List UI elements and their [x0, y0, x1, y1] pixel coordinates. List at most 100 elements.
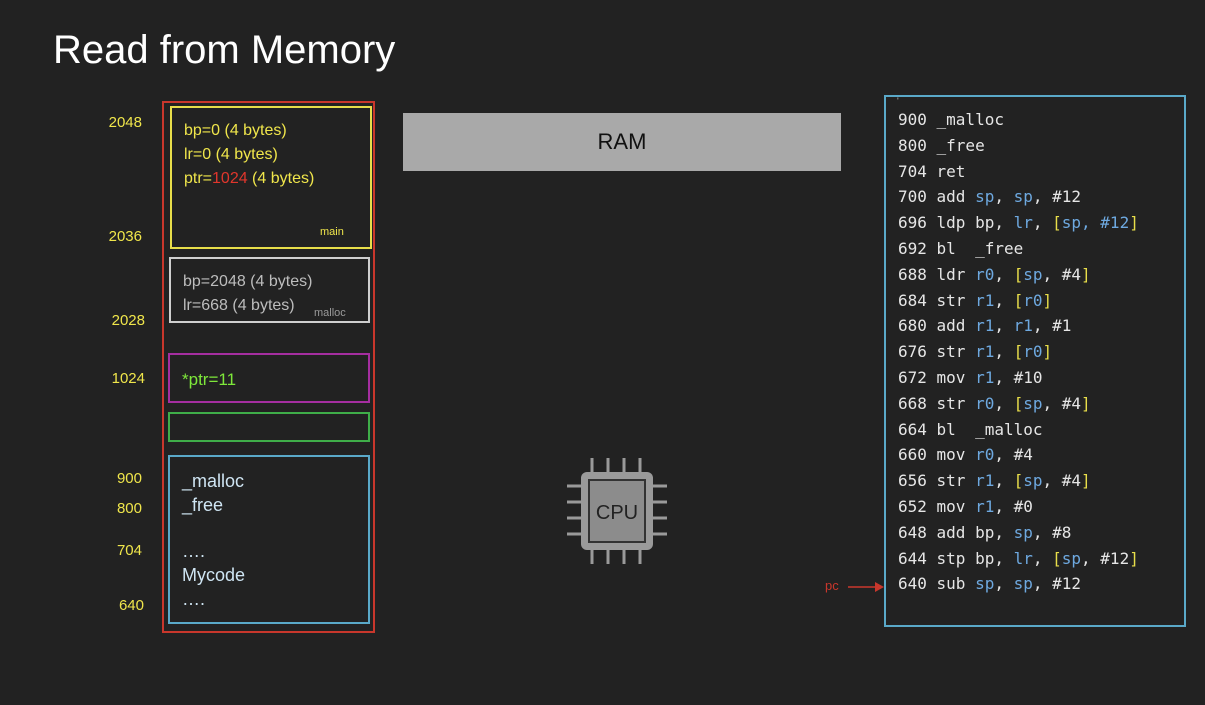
code-token: ] — [1081, 471, 1091, 491]
code-token: str — [936, 471, 976, 491]
code-token: add — [936, 316, 976, 336]
code-token: ldp bp, — [936, 213, 1014, 233]
address-label: 1024 — [111, 370, 145, 387]
code-token: [ — [1052, 213, 1062, 233]
code-line-address: 688 — [898, 264, 937, 284]
code-token: [ — [1013, 264, 1024, 284]
frame-malloc-line: bp=2048 (4 bytes) — [183, 273, 313, 290]
cpu-icon: CPU — [567, 458, 667, 564]
code-token: sp — [1013, 187, 1033, 207]
code-token: , — [994, 316, 1014, 336]
code-region-line: _free — [182, 495, 224, 515]
code-line: 656 str r1, [sp, #4] — [898, 471, 1091, 490]
code-line: 640 sub sp, sp, #12 — [898, 574, 1081, 593]
code-token: , — [994, 471, 1014, 491]
code-token: mov — [936, 368, 976, 387]
cpu-label: CPU — [596, 502, 638, 524]
code-line-address: 664 — [898, 419, 937, 439]
code-token: ] — [1129, 548, 1139, 568]
code-token: , — [994, 264, 1014, 284]
code-line-address: 656 — [898, 471, 937, 491]
code-token: str — [936, 342, 976, 362]
code-token: lr — [1013, 548, 1033, 568]
frame-main-text: bp=0 (4 bytes) — [184, 122, 287, 139]
code-token: , #12 — [1081, 548, 1130, 568]
code-line-address: 668 — [898, 393, 937, 413]
code-token: r0 — [1023, 342, 1043, 362]
code-token: sp — [1023, 393, 1043, 413]
heap-value: *ptr=11 — [182, 370, 237, 389]
code-region-line: …. — [182, 589, 206, 609]
code-token: lr — [1013, 213, 1033, 233]
code-region: _malloc _free …. Mycode …. — [168, 455, 370, 624]
code-line-address: 800 — [898, 135, 937, 155]
code-token: r1 — [975, 368, 995, 387]
code-line-address: 676 — [898, 342, 937, 362]
code-line: 680 add r1, r1, #1 — [898, 316, 1071, 335]
code-token: , #4 — [1042, 264, 1082, 284]
code-token: bl _free — [936, 239, 1024, 258]
frame-main-line: bp=0 (4 bytes) — [184, 122, 287, 140]
code-line: 688 ldr r0, [sp, #4] — [898, 265, 1091, 284]
code-line: 700 add sp, sp, #12 — [898, 187, 1081, 206]
code-token: bl _malloc — [936, 419, 1043, 439]
code-token: ] — [1081, 264, 1091, 284]
code-line: 684 str r1, [r0] — [898, 291, 1052, 310]
free-region — [168, 412, 370, 442]
code-token: [ — [1013, 342, 1024, 362]
code-token: sp, #12 — [1061, 213, 1130, 233]
code-token: , #4 — [1042, 393, 1082, 413]
code-line: 692 bl _free — [898, 239, 1023, 258]
code-token: [ — [1013, 290, 1024, 310]
code-token: sp — [1023, 471, 1043, 491]
code-token: stp bp, — [936, 548, 1014, 568]
frame-main-line: lr=0 (4 bytes) — [184, 146, 278, 164]
code-token: mov — [936, 445, 976, 465]
code-token: ] — [1081, 393, 1091, 413]
code-token: sub — [936, 574, 976, 594]
code-token: sp — [975, 187, 995, 207]
code-token: , #4 — [1042, 471, 1082, 491]
code-token: sp — [975, 574, 995, 594]
stack-frame-main: bp=0 (4 bytes) lr=0 (4 bytes) ptr=1024 (… — [170, 106, 372, 249]
frame-malloc-label: malloc — [314, 307, 346, 319]
code-token: , — [1032, 213, 1053, 233]
code-line: 652 mov r1, #0 — [898, 497, 1033, 516]
code-line: 648 add bp, sp, #8 — [898, 523, 1071, 542]
code-line-address: 648 — [898, 522, 937, 542]
code-token: , #10 — [994, 368, 1043, 387]
ptr-value-highlight: 1024 — [212, 170, 248, 187]
code-token: [ — [1013, 471, 1024, 491]
code-token: , #4 — [994, 445, 1033, 465]
address-label: 2028 — [111, 312, 145, 329]
code-line-address: 672 — [898, 368, 937, 387]
code-token: _free — [936, 135, 985, 155]
code-line-address: 652 — [898, 497, 937, 516]
code-token: , #12 — [1032, 574, 1082, 594]
ram-bar: RAM — [403, 113, 841, 171]
address-label: 800 — [116, 500, 142, 517]
pc-arrow-icon — [848, 582, 884, 592]
address-label: 2036 — [108, 228, 142, 245]
listing-marker: ' — [897, 96, 899, 106]
code-line: 660 mov r0, #4 — [898, 445, 1033, 464]
code-token: , #0 — [994, 497, 1033, 516]
code-token: , — [994, 290, 1014, 310]
code-token: , — [994, 574, 1014, 594]
code-token: ] — [1042, 290, 1053, 310]
code-token: r0 — [1023, 290, 1043, 310]
code-line: 644 stp bp, lr, [sp, #12] — [898, 549, 1139, 568]
code-line-address: 644 — [898, 548, 937, 568]
code-token: ret — [936, 161, 966, 181]
frame-main-label: main — [320, 226, 344, 238]
code-line-address: 660 — [898, 445, 937, 465]
code-token: r1 — [975, 471, 995, 491]
address-label: 900 — [116, 470, 142, 487]
code-token: r1 — [975, 316, 995, 336]
heap-block: *ptr=11 — [168, 353, 370, 403]
code-token: , — [994, 342, 1014, 362]
code-token: [ — [1013, 393, 1024, 413]
code-token: , #1 — [1032, 316, 1072, 336]
code-line-address: 680 — [898, 316, 937, 336]
code-token: r0 — [975, 264, 995, 284]
